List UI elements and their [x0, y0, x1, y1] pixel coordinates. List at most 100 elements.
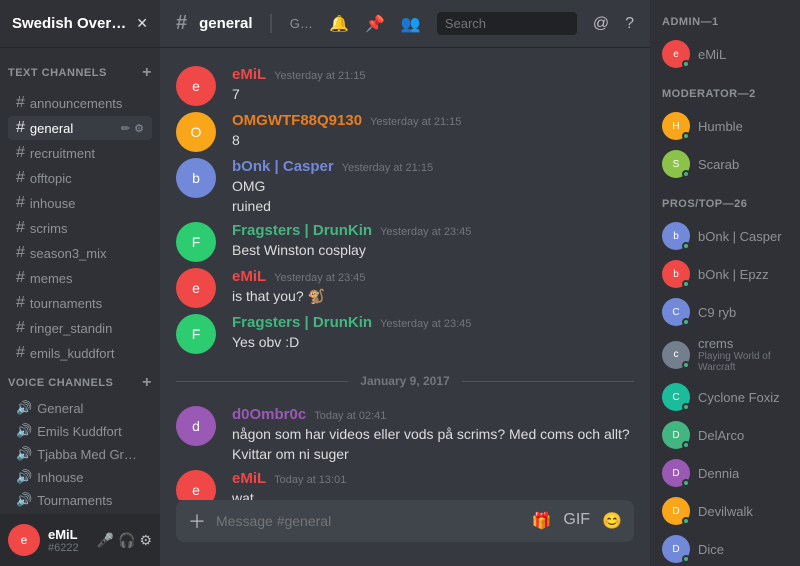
edit-icon[interactable]: ✏ — [121, 122, 130, 135]
server-menu-icon: ✕ — [136, 15, 148, 32]
settings-icon[interactable]: ⚙ — [134, 122, 144, 135]
server-header[interactable]: Swedish Overwatch ✕ — [0, 0, 160, 48]
member-avatar: D — [662, 459, 690, 487]
message-group: F Fragsters | DrunKin Yesterday at 23:45… — [160, 312, 650, 356]
search-input[interactable] — [437, 12, 577, 35]
member-avatar-letter: D — [672, 468, 679, 479]
voice-channel-item[interactable]: 🔊Tournaments — [8, 489, 152, 511]
member-avatar: H — [662, 112, 690, 140]
sidebar-channel-tournaments[interactable]: #tournaments — [8, 291, 152, 315]
member-info: Scarab — [698, 157, 739, 172]
members-icon[interactable]: 👥 — [401, 14, 421, 34]
member-name: bOnk | Epzz — [698, 267, 769, 282]
user-settings-icon[interactable]: ⚙ — [139, 532, 152, 549]
message-timestamp: Yesterday at 21:15 — [342, 162, 433, 174]
sidebar-channel-announcements[interactable]: #announcements — [8, 91, 152, 115]
member-status-dot — [682, 242, 690, 250]
deafen-icon[interactable]: 🎧 — [118, 532, 135, 549]
voice-channel-label: Inhouse — [37, 470, 83, 485]
message-author[interactable]: bOnk | Casper — [232, 158, 334, 175]
message-input[interactable] — [216, 513, 523, 529]
sidebar-channel-inhouse[interactable]: # inhouse — [8, 191, 152, 215]
sidebar-channel-season3_mix[interactable]: #season3_mix — [8, 241, 152, 265]
message-author[interactable]: d0Ombr0c — [232, 406, 306, 423]
member-status-dot — [682, 280, 690, 288]
avatar-letter: d — [192, 418, 200, 434]
date-divider: January 9, 2017 — [176, 374, 634, 388]
message-author[interactable]: eMiL — [232, 470, 266, 487]
message-author[interactable]: Fragsters | DrunKin — [232, 314, 372, 331]
member-item[interactable]: D DelArco — [658, 417, 792, 453]
avatar-letter: F — [192, 234, 201, 250]
gif-icon[interactable]: GIF — [563, 511, 590, 531]
message-header: d0Ombr0c Today at 02:41 — [232, 406, 634, 423]
message-group: b bOnk | Casper Yesterday at 21:15 OMGru… — [160, 156, 650, 218]
member-item[interactable]: H Humble — [658, 108, 792, 144]
channel-label: inhouse — [30, 196, 76, 211]
voice-channel-item[interactable]: 🔊Tjabba Med Grabbar (no... — [8, 443, 152, 465]
message-author[interactable]: Fragsters | DrunKin — [232, 222, 372, 239]
attach-icon[interactable]: ＋ — [188, 508, 206, 534]
voice-channel-item[interactable]: 🔊Inhouse — [8, 466, 152, 488]
mute-icon[interactable]: 🎤 — [97, 532, 114, 549]
message-content: Fragsters | DrunKin Yesterday at 23:45 B… — [232, 222, 634, 262]
message-input-area: ＋ 🎁 GIF 😊 — [160, 500, 650, 566]
avatar: F — [176, 222, 216, 262]
member-section: MODERATOR—2 H Humble S Scarab — [658, 88, 792, 182]
message-content: eMiL Yesterday at 23:45 is that you? 🐒 — [232, 268, 634, 308]
gift-icon[interactable]: 🎁 — [531, 511, 551, 531]
sidebar-channel-scrims[interactable]: #scrims — [8, 216, 152, 240]
add-voice-channel-button[interactable]: + — [142, 374, 152, 392]
member-item[interactable]: D Devilwalk — [658, 493, 792, 529]
member-item[interactable]: D Dice — [658, 531, 792, 566]
message-text: 8 — [232, 131, 634, 151]
hash-icon: # — [16, 194, 25, 212]
sidebar-channel-offtopic[interactable]: #offtopic — [8, 166, 152, 190]
voice-channel-label: Tjabba Med Grabbar (no... — [37, 447, 144, 462]
member-name: Dennia — [698, 466, 739, 481]
sidebar-channel-emils_kuddfort[interactable]: #emils_kuddfort — [8, 341, 152, 365]
header-actions: 🔔 📌 👥 @ ? — [329, 12, 634, 35]
notifications-icon[interactable]: 🔔 — [329, 14, 349, 34]
member-item[interactable]: b bOnk | Epzz — [658, 256, 792, 292]
message-author[interactable]: eMiL — [232, 268, 266, 285]
member-avatar-letter: C — [672, 307, 679, 318]
sidebar-channel-recruitment[interactable]: #recruitment — [8, 141, 152, 165]
messages-area: e eMiL Yesterday at 21:15 7 O OMGWTF88Q9… — [160, 48, 650, 500]
message-group: O OMGWTF88Q9130 Yesterday at 21:15 8 — [160, 110, 650, 154]
member-item[interactable]: c crems Playing World of Warcraft — [658, 332, 792, 377]
member-avatar: C — [662, 298, 690, 326]
voice-channel-item[interactable]: 🔊General — [8, 397, 152, 419]
member-info: Cyclone Foxiz — [698, 390, 780, 405]
member-info: DelArco — [698, 428, 744, 443]
member-item[interactable]: S Scarab — [658, 146, 792, 182]
user-avatar: e — [8, 524, 40, 556]
member-item[interactable]: b bOnk | Casper — [658, 218, 792, 254]
member-info: Devilwalk — [698, 504, 753, 519]
help-icon[interactable]: ? — [625, 15, 634, 33]
sidebar-channel-ringer_standin[interactable]: #ringer_standin — [8, 316, 152, 340]
member-item[interactable]: e eMiL — [658, 36, 792, 72]
at-icon[interactable]: @ — [593, 15, 609, 33]
voice-channel-label: Tournaments — [37, 493, 112, 508]
voice-channel-item[interactable]: 🔊Emils Kuddfort — [8, 420, 152, 442]
member-item[interactable]: C C9 ryb — [658, 294, 792, 330]
sidebar-channel-memes[interactable]: #memes — [8, 266, 152, 290]
avatar-letter: b — [192, 170, 200, 186]
message-input-actions: 🎁 GIF 😊 — [531, 511, 622, 531]
member-avatar: S — [662, 150, 690, 178]
speaker-icon: 🔊 — [16, 423, 32, 439]
message-author[interactable]: eMiL — [232, 66, 266, 83]
message-header: OMGWTF88Q9130 Yesterday at 21:15 — [232, 112, 634, 129]
member-item[interactable]: C Cyclone Foxiz — [658, 379, 792, 415]
user-controls: 🎤 🎧 ⚙ — [97, 532, 152, 549]
channel-label: emils_kuddfort — [30, 346, 115, 361]
add-channel-button[interactable]: + — [142, 64, 152, 82]
member-item[interactable]: D Dennia — [658, 455, 792, 491]
hash-icon: # — [16, 94, 25, 112]
emoji-icon[interactable]: 😊 — [602, 511, 622, 531]
message-author[interactable]: OMGWTF88Q9130 — [232, 112, 362, 129]
member-avatar-letter: H — [672, 121, 679, 132]
pin-icon[interactable]: 📌 — [365, 14, 385, 34]
sidebar-channel-general[interactable]: #general✏⚙ — [8, 116, 152, 140]
